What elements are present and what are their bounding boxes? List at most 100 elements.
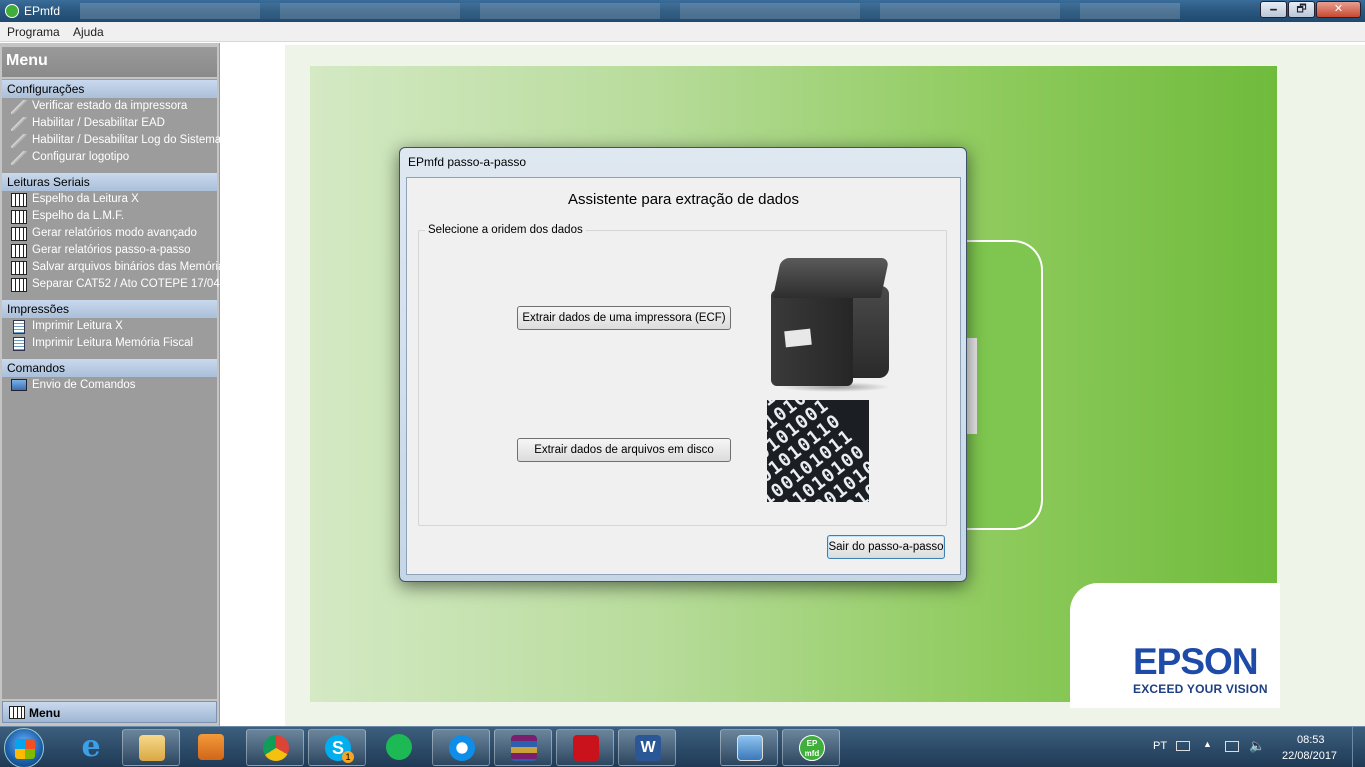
taskbar-media-player[interactable] [182,729,240,766]
close-button[interactable]: ✕ [1316,1,1361,18]
epson-brand: EPSON [1133,641,1259,682]
taskbar-internet-explorer[interactable]: e [62,729,120,766]
sidebar-item-label: Habilitar / Desabilitar Log do Sistema [32,134,222,146]
document-icon [13,320,25,334]
taskbar-skype[interactable]: S 1 [308,729,366,766]
menu-ajuda[interactable]: Ajuda [73,25,104,39]
show-desktop-button[interactable] [1352,727,1365,767]
taskbar-file-explorer[interactable] [122,729,180,766]
feather-icon [11,151,27,165]
sidebar-item-label: Envio de Comandos [32,379,136,391]
taskbar-spotify[interactable] [370,729,428,766]
section-leituras-seriais[interactable]: Leituras Seriais [2,173,217,191]
sidebar-item-label: Habilitar / Desabilitar EAD [32,117,165,129]
sidebar-bottom-tab-menu[interactable]: Menu [2,701,217,723]
background-window-titles [80,3,1180,19]
sidebar-body: Configurações Verificar estado da impres… [2,79,230,699]
teamviewer-icon [449,735,475,761]
window-title: EPmfd [24,4,61,18]
sidebar-item-configurar-logotipo[interactable]: Configurar logotipo [2,150,217,167]
taskbar: e S 1 W EP mfd PT ▲ 🔈 08:53 22/08/2017 [0,726,1365,767]
sidebar-item-label: Configurar logotipo [32,151,130,163]
word-icon: W [635,735,661,761]
binary-data-image: 10101001010 01010110101 10010101001 0110101… [767,400,869,502]
sidebar-item-label: Gerar relatórios passo-a-passo [32,244,191,256]
network-icon [9,706,25,719]
network-icon [11,278,27,292]
taskbar-acrobat[interactable] [556,729,614,766]
winrar-icon [511,735,537,761]
folder-icon [139,735,165,761]
dialog-body: Assistente para extração de dados Seleci… [406,177,961,575]
printer-image [769,258,893,398]
start-button[interactable] [4,728,44,767]
window-title-bar: EPmfd 🗕 🗗 ✕ [0,0,1365,22]
clock-date[interactable]: 22/08/2017 [1282,750,1337,762]
sidebar-item-label: Imprimir Leitura Memória Fiscal [32,337,194,349]
network-icon [11,261,27,275]
tray-expand-icon[interactable]: ▲ [1203,739,1212,749]
sidebar-item-verificar-estado[interactable]: Verificar estado da impressora [2,99,217,116]
sidebar-item-imprimir-memoria-fiscal[interactable]: Imprimir Leitura Memória Fiscal [2,336,217,353]
sidebar: Menu Configurações Verificar estado da i… [0,43,230,726]
epmfd-app-icon [5,4,19,18]
sidebar-item-label: Espelho da Leitura X [32,193,139,205]
volume-icon[interactable]: 🔈 [1249,738,1265,754]
taskbar-epmfd[interactable]: EP mfd [782,729,840,766]
exit-wizard-button[interactable]: Sair do passo-a-passo [827,535,945,559]
maximize-button[interactable]: 🗗 [1288,1,1315,18]
skype-badge: 1 [342,751,354,763]
monitor-icon [11,379,27,391]
spotify-icon [386,734,412,760]
sidebar-item-envio-comandos[interactable]: Envio de Comandos [2,378,217,395]
feather-icon [11,134,27,148]
dialog-heading: Assistente para extração de dados [568,191,799,208]
taskbar-word[interactable]: W [618,729,676,766]
sidebar-item-relatorios-avancado[interactable]: Gerar relatórios modo avançado [2,226,217,243]
taskbar-teamviewer[interactable] [432,729,490,766]
clock-time[interactable]: 08:53 [1297,734,1325,746]
sidebar-item-habilitar-log[interactable]: Habilitar / Desabilitar Log do Sistema [2,133,221,150]
image-viewer-icon [737,735,763,761]
network-tray-icon[interactable] [1225,741,1239,752]
extract-from-printer-button[interactable]: Extrair dados de uma impressora (ECF) [517,306,731,330]
minimize-button[interactable]: 🗕 [1260,1,1287,18]
sidebar-item-relatorios-passo[interactable]: Gerar relatórios passo-a-passo [2,243,217,260]
sidebar-item-espelho-leitura-x[interactable]: Espelho da Leitura X [2,192,217,209]
section-comandos[interactable]: Comandos [2,359,217,377]
dialog-title: EPmfd passo-a-passo [408,155,527,169]
taskbar-chrome[interactable] [246,729,304,766]
epmfd-icon: EP mfd [799,735,825,761]
network-icon [11,193,27,207]
sidebar-item-label: Salvar arquivos binários das Memórias [32,261,231,273]
epson-tagline: EXCEED YOUR VISION [1133,682,1268,696]
menu-bar: Programa Ajuda [0,22,1365,42]
sidebar-item-label: Imprimir Leitura X [32,320,123,332]
wizard-dialog: EPmfd passo-a-passo Assistente para extr… [399,147,967,582]
keyboard-icon[interactable] [1176,741,1190,751]
language-indicator[interactable]: PT [1153,740,1167,752]
sidebar-item-label: Espelho da L.M.F. [32,210,125,222]
section-impressoes[interactable]: Impressões [2,300,217,318]
sidebar-item-habilitar-ead[interactable]: Habilitar / Desabilitar EAD [2,116,217,133]
network-icon [11,210,27,224]
section-configuracoes[interactable]: Configurações [2,80,217,98]
sidebar-item-label: Verificar estado da impressora [32,100,188,112]
sidebar-item-imprimir-leitura-x[interactable]: Imprimir Leitura X [2,319,217,336]
document-icon [13,337,25,351]
taskbar-image-viewer[interactable] [720,729,778,766]
epson-logo: EPSON EXCEED YOUR VISION [1133,643,1268,696]
media-player-icon [198,734,224,760]
sidebar-item-espelho-lmf[interactable]: Espelho da L.M.F. [2,209,217,226]
sidebar-title: Menu [2,47,217,77]
network-icon [11,244,27,258]
feather-icon [11,100,27,114]
sidebar-item-salvar-binarios[interactable]: Salvar arquivos binários das Memórias [2,260,230,277]
sidebar-item-separar-cat52[interactable]: Separar CAT52 / Ato COTEPE 17/04 [2,277,220,294]
menu-programa[interactable]: Programa [7,25,60,39]
sidebar-item-label: Gerar relatórios modo avançado [32,227,197,239]
network-icon [11,227,27,241]
extract-from-files-button[interactable]: Extrair dados de arquivos em disco [517,438,731,462]
internet-explorer-icon: e [81,729,101,764]
taskbar-winrar[interactable] [494,729,552,766]
